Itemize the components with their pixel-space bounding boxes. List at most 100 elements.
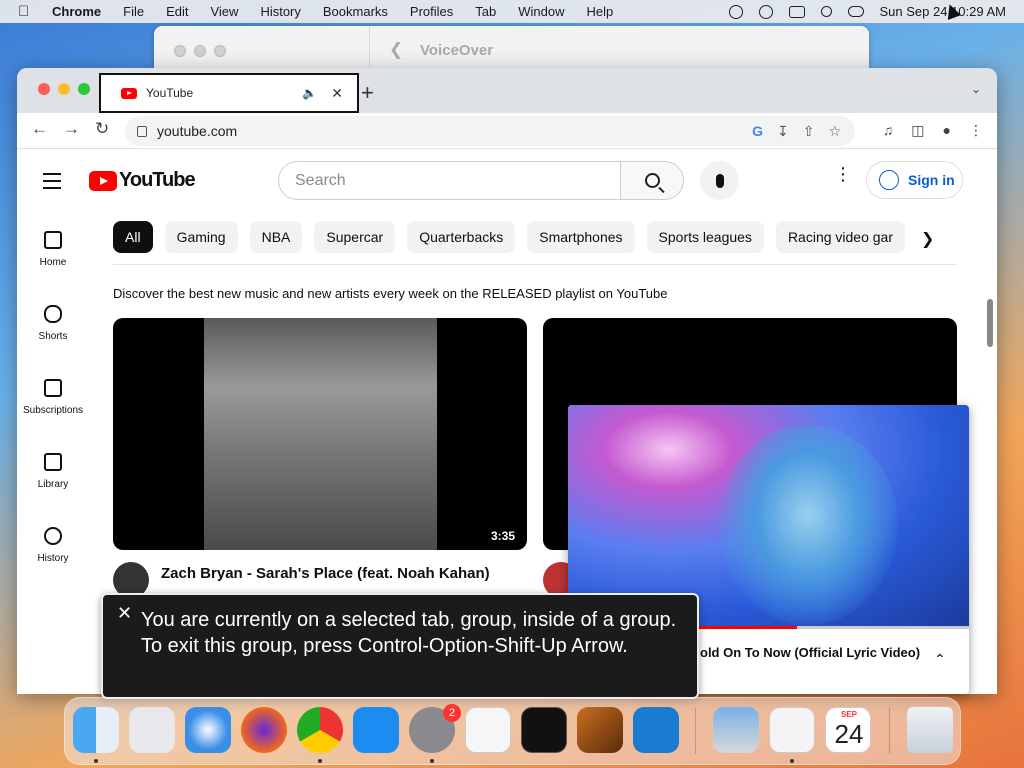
- menu-file[interactable]: File: [123, 4, 144, 19]
- new-tab-button[interactable]: +: [361, 80, 374, 106]
- miniplayer-title[interactable]: old On To Now (Official Lyric Video): [700, 645, 920, 660]
- home-icon: [44, 231, 62, 249]
- chip-racing-video-games[interactable]: Racing video gar: [775, 221, 905, 253]
- terminal-icon[interactable]: [521, 707, 567, 753]
- close-window-button[interactable]: [38, 83, 50, 95]
- sidebar-item-label: History: [37, 553, 69, 564]
- close-tab-icon[interactable]: ✕: [331, 85, 343, 102]
- firefox-icon[interactable]: [241, 707, 287, 753]
- voice-search-button[interactable]: [700, 161, 739, 200]
- lock-icon[interactable]: [137, 125, 147, 137]
- chip-quarterbacks[interactable]: Quarterbacks: [407, 221, 516, 253]
- chip-nba[interactable]: NBA: [249, 221, 303, 253]
- bookmark-star-icon[interactable]: ☆: [828, 123, 841, 140]
- settings-kebab-icon[interactable]: ⋮: [834, 165, 852, 183]
- apple-menu-icon[interactable]: : [18, 3, 34, 20]
- calendar-icon[interactable]: SEP 24: [825, 707, 871, 753]
- profile-icon[interactable]: ●: [943, 122, 951, 139]
- video-thumbnail[interactable]: 3:35: [113, 318, 527, 550]
- sidebar-item-shorts[interactable]: Shorts: [17, 305, 89, 342]
- side-panel-icon[interactable]: ◫: [911, 122, 924, 139]
- search-input[interactable]: Search: [278, 161, 621, 200]
- chips-next-chevron-icon[interactable]: ❯: [921, 229, 934, 249]
- sidebar-item-label: Shorts: [38, 331, 68, 342]
- menu-help[interactable]: Help: [587, 4, 614, 19]
- safari-icon[interactable]: [185, 707, 231, 753]
- sidebar-item-label: Library: [37, 479, 69, 490]
- sign-in-button[interactable]: Sign in: [866, 161, 963, 199]
- back-button[interactable]: ←: [31, 119, 48, 139]
- miniplayer-frame: [718, 425, 898, 625]
- menu-view[interactable]: View: [210, 4, 238, 19]
- menu-history[interactable]: History: [260, 4, 300, 19]
- voiceover-window: ❮ VoiceOver: [154, 26, 869, 74]
- chip-supercar[interactable]: Supercar: [314, 221, 396, 253]
- zoom-window-button[interactable]: [78, 83, 90, 95]
- media-control-icon[interactable]: ♫: [883, 122, 894, 139]
- back-icon[interactable]: ❮: [389, 40, 403, 60]
- guide-menu-icon[interactable]: [43, 173, 61, 194]
- scrollbar[interactable]: [987, 299, 993, 347]
- textedit-icon[interactable]: [465, 707, 511, 753]
- close-icon[interactable]: ✕: [117, 603, 132, 624]
- promo-text[interactable]: Discover the best new music and new arti…: [113, 286, 667, 301]
- finder-icon[interactable]: [73, 707, 119, 753]
- speaker-icon[interactable]: 🔈: [302, 86, 317, 100]
- menu-profiles[interactable]: Profiles: [410, 4, 453, 19]
- chrome-icon[interactable]: [297, 707, 343, 753]
- chip-sports-leagues[interactable]: Sports leagues: [646, 221, 764, 253]
- sidebar-item-history[interactable]: History: [17, 527, 89, 564]
- account-icon: [879, 170, 899, 190]
- microphone-icon: [715, 173, 724, 188]
- youtube-header: YouTube Search ⋮ Sign in: [17, 149, 997, 211]
- tab-strip: YouTube 🔈 ✕ + ⌄: [17, 68, 997, 113]
- minimize-window-button[interactable]: [58, 83, 70, 95]
- thumbnail-photo: [204, 318, 437, 550]
- vscode-icon[interactable]: [633, 707, 679, 753]
- reload-button[interactable]: ↻: [95, 119, 109, 139]
- calendar-day: 24: [834, 719, 864, 749]
- notification-badge: 2: [443, 704, 461, 722]
- app-store-icon[interactable]: [353, 707, 399, 753]
- preview-icon[interactable]: [713, 707, 759, 753]
- sidebar-item-subscriptions[interactable]: Subscriptions: [17, 379, 89, 416]
- youtube-play-icon: [89, 170, 117, 191]
- tab-search-chevron-icon[interactable]: ⌄: [971, 82, 981, 96]
- share-icon[interactable]: ⇧: [803, 123, 815, 140]
- tab-youtube[interactable]: YouTube 🔈 ✕: [99, 73, 359, 113]
- sign-in-label: Sign in: [908, 172, 955, 188]
- menu-tab[interactable]: Tab: [475, 4, 496, 19]
- expand-chevron-icon[interactable]: ⌃: [934, 651, 946, 668]
- launchpad-icon[interactable]: [129, 707, 175, 753]
- menu-bookmarks[interactable]: Bookmarks: [323, 4, 388, 19]
- forward-button[interactable]: →: [63, 119, 80, 139]
- history-icon: [44, 527, 62, 545]
- browser-toolbar: ← → ↻ youtube.com G ↧ ⇧ ☆ ♫ ◫ ● ⋮: [17, 113, 997, 149]
- accessibility-status-icon[interactable]: [758, 4, 773, 19]
- url-text: youtube.com: [157, 123, 238, 139]
- menu-edit[interactable]: Edit: [166, 4, 188, 19]
- trash-icon[interactable]: [907, 707, 953, 753]
- menu-window[interactable]: Window: [518, 4, 564, 19]
- video-title[interactable]: Zach Bryan - Sarah's Place (feat. Noah K…: [161, 565, 490, 582]
- sidebar-item-library[interactable]: Library: [17, 453, 89, 490]
- chrome-menu-icon[interactable]: ⋮: [969, 122, 983, 139]
- play-status-icon[interactable]: [728, 4, 743, 19]
- install-icon[interactable]: ↧: [777, 123, 789, 140]
- voiceover-title: VoiceOver: [420, 42, 494, 59]
- google-lens-icon[interactable]: G: [752, 123, 763, 139]
- address-bar[interactable]: youtube.com G ↧ ⇧ ☆: [125, 116, 855, 146]
- chip-gaming[interactable]: Gaming: [164, 221, 238, 253]
- sidebar-item-home[interactable]: Home: [17, 231, 89, 268]
- chip-smartphones[interactable]: Smartphones: [527, 221, 635, 253]
- garageband-icon[interactable]: [577, 707, 623, 753]
- youtube-logo-text: YouTube: [119, 169, 196, 191]
- chip-all[interactable]: All: [113, 221, 153, 253]
- youtube-logo[interactable]: YouTube: [89, 169, 196, 192]
- spotlight-icon[interactable]: [820, 6, 832, 17]
- freeform-icon[interactable]: [769, 707, 815, 753]
- window-status-icon[interactable]: [788, 5, 805, 18]
- menu-app-name[interactable]: Chrome: [52, 4, 101, 19]
- search-button[interactable]: [620, 161, 684, 200]
- control-center-icon[interactable]: [847, 6, 864, 17]
